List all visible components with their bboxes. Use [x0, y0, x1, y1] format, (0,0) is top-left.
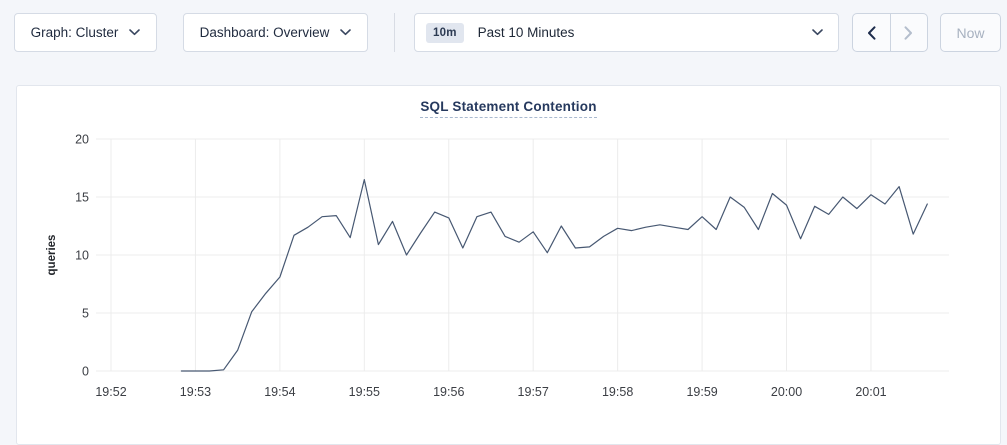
x-tick-label: 19:58 — [602, 385, 633, 399]
chevron-down-icon — [812, 29, 823, 36]
time-range-selector[interactable]: 10m Past 10 Minutes — [414, 13, 839, 52]
x-tick-label: 20:01 — [855, 385, 886, 399]
toolbar-divider — [394, 13, 395, 52]
y-tick-label: 20 — [75, 133, 89, 147]
dashboard-dropdown-label: Dashboard: Overview — [200, 25, 330, 40]
time-prev-button[interactable] — [853, 14, 890, 51]
chevron-right-icon — [904, 26, 913, 40]
time-range-badge: 10m — [426, 23, 464, 43]
chevron-down-icon — [340, 29, 351, 36]
chevron-down-icon — [129, 29, 140, 36]
time-range-label: Past 10 Minutes — [478, 25, 575, 40]
now-button[interactable]: Now — [940, 13, 1001, 52]
graph-dropdown[interactable]: Graph: Cluster — [14, 13, 157, 52]
chart-card: SQL Statement Contention 0 5 10 15 20 19:52 19… — [16, 85, 1001, 445]
toolbar: Graph: Cluster Dashboard: Overview 10m P… — [0, 0, 1007, 65]
x-tick-label: 19:53 — [180, 385, 211, 399]
x-tick-label: 19:52 — [95, 385, 126, 399]
y-tick-label: 0 — [82, 365, 89, 379]
y-tick-label: 5 — [82, 307, 89, 321]
cluster-metrics-page: Graph: Cluster Dashboard: Overview 10m P… — [0, 0, 1007, 432]
x-tick-label: 19:57 — [518, 385, 549, 399]
chart-title-row: SQL Statement Contention — [17, 99, 1000, 118]
x-tick-label: 19:59 — [686, 385, 717, 399]
x-tick-label: 20:00 — [771, 385, 802, 399]
x-tick-label: 19:55 — [349, 385, 380, 399]
chart-title[interactable]: SQL Statement Contention — [420, 99, 596, 118]
graph-dropdown-label: Graph: Cluster — [31, 25, 119, 40]
dashboard-dropdown[interactable]: Dashboard: Overview — [183, 13, 368, 52]
chevron-left-icon — [867, 26, 876, 40]
y-tick-label: 15 — [75, 191, 89, 205]
sql-statement-contention-chart[interactable]: 0 5 10 15 20 19:52 19:53 19:54 19:55 19:56 19:57 19… — [17, 86, 1002, 426]
x-tick-label: 19:54 — [264, 385, 295, 399]
time-nav-group — [852, 13, 928, 52]
y-axis-label: queries — [46, 235, 58, 276]
x-tick-label: 19:56 — [433, 385, 464, 399]
y-tick-label: 10 — [75, 249, 89, 263]
now-button-label: Now — [956, 25, 984, 41]
series-queries-line — [181, 180, 927, 371]
time-next-button[interactable] — [890, 14, 928, 51]
